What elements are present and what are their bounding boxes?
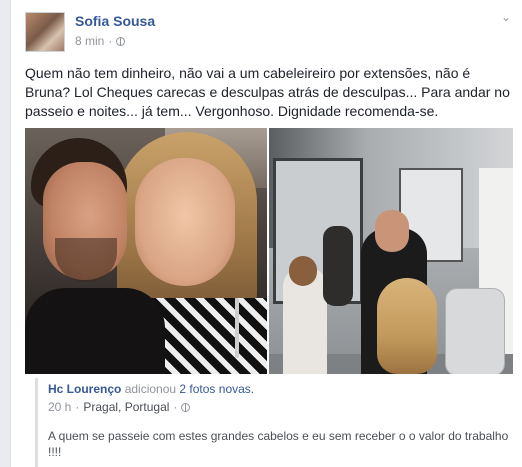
- shared-post: Hc Lourenço adicionou 2 fotos novas. 20 …: [35, 378, 521, 467]
- post-time[interactable]: 8 min: [75, 34, 104, 48]
- shared-separator-2: ·: [173, 400, 178, 414]
- chevron-down-icon[interactable]: ⌄: [498, 10, 514, 24]
- shared-separator: ·: [75, 400, 80, 414]
- post-card: Sofia Sousa 8 min · ⌄ Quem não tem dinhe…: [10, 0, 522, 467]
- photo-salon[interactable]: [269, 128, 513, 374]
- shared-header: Hc Lourenço adicionou 2 fotos novas.: [48, 382, 254, 396]
- shared-action: adicionou: [124, 382, 177, 396]
- post-body: Quem não tem dinheiro, não vai a um cabe…: [25, 65, 510, 119]
- post-meta: 8 min ·: [75, 34, 126, 48]
- shared-time[interactable]: 20 h: [48, 400, 71, 414]
- author-avatar[interactable]: [25, 12, 65, 52]
- post-author[interactable]: Sofia Sousa: [75, 13, 155, 29]
- globe-icon[interactable]: [181, 402, 191, 412]
- shared-target[interactable]: 2 fotos novas.: [179, 382, 254, 396]
- meta-separator: ·: [108, 34, 113, 48]
- photo-selfie[interactable]: [25, 128, 267, 374]
- globe-icon[interactable]: [116, 36, 126, 46]
- shared-author[interactable]: Hc Lourenço: [48, 382, 121, 396]
- photo-grid: [25, 128, 513, 374]
- shared-text: A quem se passeie com estes grandes cabe…: [48, 429, 509, 459]
- shared-place[interactable]: Pragal, Portugal: [83, 400, 169, 414]
- shared-meta: 20 h · Pragal, Portugal ·: [48, 400, 191, 414]
